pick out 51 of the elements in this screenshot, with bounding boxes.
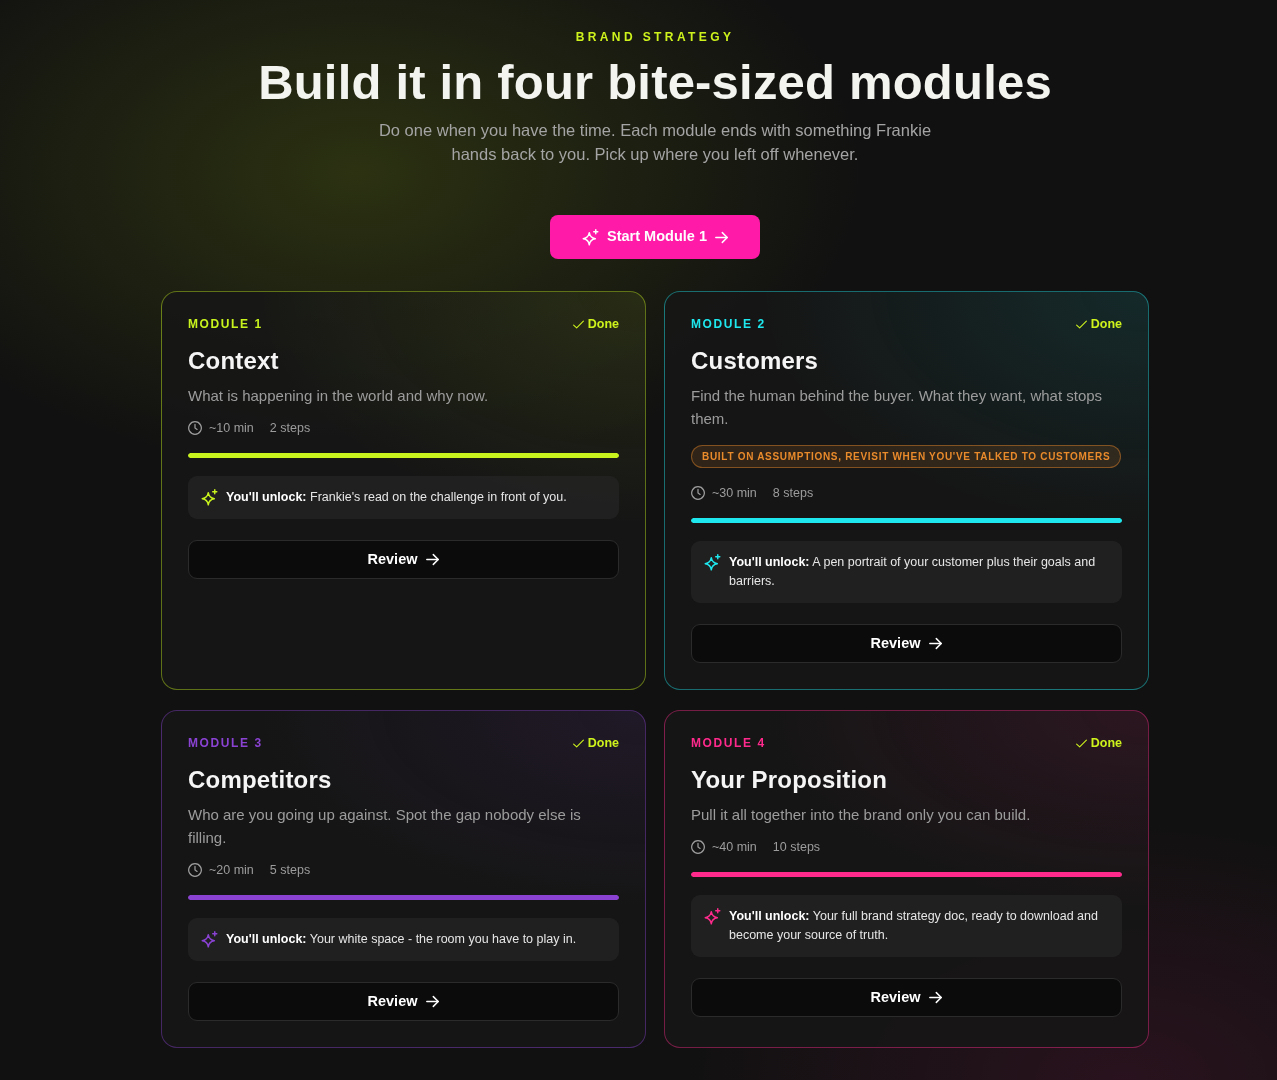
module-description: Pull it all together into the brand only you can build. (691, 805, 1032, 825)
status-label: Done (587, 735, 619, 751)
module-title: Customers (691, 346, 820, 376)
module-title: Context (188, 346, 280, 376)
module-number: MODULE 1 (188, 316, 263, 332)
start-module-button[interactable]: Start Module 1 (550, 215, 760, 259)
review-button[interactable]: Review (188, 540, 619, 579)
module-description: Who are you going up against. Spot the gap nobody else is filling. (188, 805, 582, 848)
unlock-text: You'll unlock: A pen portrait of your customer plus their goals and barriers. (729, 554, 1097, 590)
module-title: Competitors (188, 765, 333, 795)
arrow-right-icon (426, 995, 440, 1008)
review-button[interactable]: Review (691, 978, 1122, 1017)
arrow-right-icon (714, 230, 728, 244)
assumption-tag: BUILT ON ASSUMPTIONS, REVISIT WHEN YOU'VE TALKED TO CUSTOMERS (691, 445, 1122, 468)
clock-icon (188, 863, 202, 877)
arrow-right-icon (929, 991, 943, 1004)
status-label: Done (1090, 735, 1122, 751)
page-subtitle: Do one when you have the time. Each module ends with something Frankie hands back to you. Pick up where you left off whenever. (377, 120, 933, 165)
duration-text: ~10 min (209, 420, 254, 437)
status-label: Done (587, 316, 619, 332)
module-number: MODULE 3 (188, 735, 263, 751)
sparkle-icon (704, 554, 721, 571)
sparkle-icon (201, 489, 218, 506)
clock-icon (691, 486, 705, 500)
module-number: MODULE 2 (691, 316, 766, 332)
steps-text: 10 steps (772, 839, 821, 856)
module-title: Your Proposition (691, 765, 889, 795)
arrow-right-icon (929, 637, 943, 650)
unlock-text: You'll unlock: Frankie's read on the challenge in front of you. (226, 489, 567, 506)
duration-text: ~30 min (712, 485, 757, 502)
unlock-text: You'll unlock: Your white space - the room you have to play in. (226, 931, 577, 948)
module-description: What is happening in the world and why now. (188, 386, 490, 406)
module-description: Find the human behind the buyer. What they want, what stops them. (691, 386, 1104, 429)
sparkle-icon (201, 931, 218, 948)
page-title: Build it in four bite-sized modules (257, 56, 1053, 108)
module-number: MODULE 4 (691, 735, 766, 751)
duration-text: ~40 min (712, 839, 757, 856)
arrow-right-icon (426, 553, 440, 566)
section-eyebrow: BRAND STRATEGY (574, 30, 736, 44)
clock-icon (188, 421, 202, 435)
duration-text: ~20 min (209, 862, 254, 879)
clock-icon (691, 840, 705, 854)
steps-text: 5 steps (269, 862, 311, 879)
review-button[interactable]: Review (691, 624, 1122, 663)
sparkle-icon (582, 228, 600, 246)
steps-text: 8 steps (772, 485, 814, 502)
sparkle-icon (704, 908, 721, 925)
unlock-text: You'll unlock: Your full brand strategy doc, ready to download and become your source of truth. (729, 908, 1099, 944)
review-button[interactable]: Review (188, 982, 619, 1021)
status-label: Done (1090, 316, 1122, 332)
steps-text: 2 steps (269, 420, 311, 437)
